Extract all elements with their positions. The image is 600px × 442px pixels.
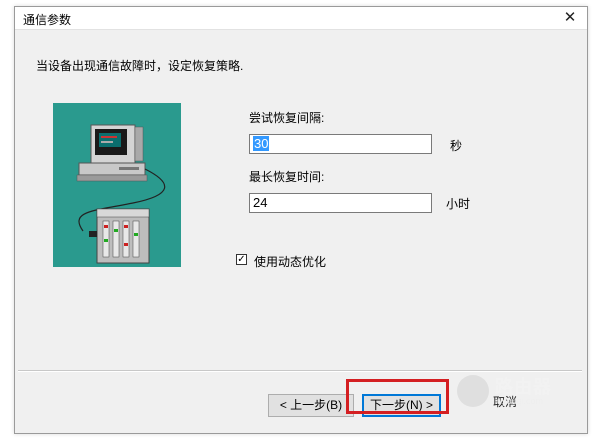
computer-device-illustration <box>53 103 181 267</box>
max-recovery-input[interactable]: 24 <box>249 193 432 213</box>
retry-interval-label: 尝试恢复间隔: <box>249 111 325 125</box>
retry-interval-unit: 秒 <box>450 139 463 153</box>
close-icon[interactable]: ✕ <box>559 8 581 28</box>
router-logo-icon <box>457 375 489 407</box>
max-recovery-label: 最长恢复时间: <box>249 170 325 184</box>
title-bar[interactable]: 通信参数 ✕ <box>15 7 587 30</box>
watermark: 路由器 luyouqi.com <box>455 371 583 421</box>
dynamic-optimization-label[interactable]: 使用动态优化 <box>254 253 326 270</box>
watermark-url: luyouqi.com <box>495 396 544 406</box>
highlight-box <box>346 379 449 414</box>
back-button[interactable]: < 上一步(B) <box>268 394 354 417</box>
description-text: 当设备出现通信故障时，设定恢复策略. <box>36 59 244 73</box>
max-recovery-unit: 小时 <box>446 197 471 211</box>
window-title: 通信参数 <box>23 13 72 27</box>
device-rack-icon <box>89 208 150 264</box>
checkbox-icon[interactable]: ✓ <box>236 254 247 265</box>
retry-interval-value: 30 <box>253 136 270 151</box>
retry-interval-input[interactable]: 30 <box>249 134 432 154</box>
